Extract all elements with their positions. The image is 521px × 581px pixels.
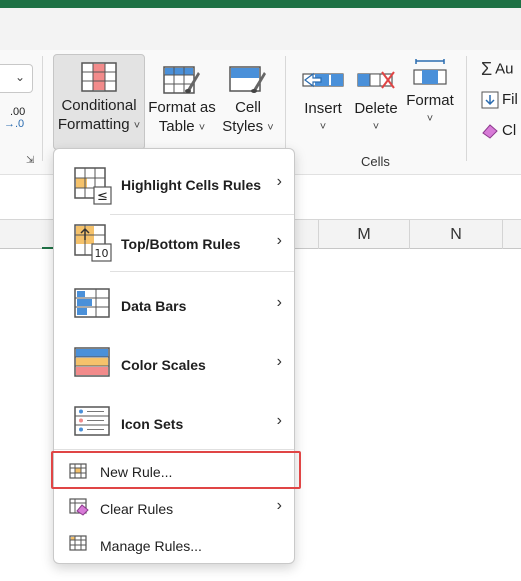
ribbon-separator: [466, 56, 467, 161]
format-as-table-label-1: Format as: [148, 99, 216, 116]
format-as-table-icon: [163, 66, 200, 94]
cell-styles-label-1: Cell: [235, 99, 261, 116]
ribbon-separator: [42, 56, 43, 161]
format-as-table-button[interactable]: Format as Table ˅: [147, 54, 217, 138]
ribbon-separator: [285, 56, 286, 161]
decimal-arrow-icon: →.0: [4, 118, 25, 130]
delete-label: Delete: [354, 100, 398, 117]
chevron-down-icon: ˅: [319, 121, 327, 133]
menu-item-clear-rules[interactable]: Clear Rules ›: [54, 490, 294, 526]
menu-separator: [110, 271, 294, 272]
svg-text:≤: ≤: [97, 189, 108, 204]
menu-item-label: Clear Rules: [100, 501, 174, 517]
delete-cells-icon: [357, 71, 395, 89]
font-size-dropdown[interactable]: ⌄: [0, 64, 33, 93]
conditional-formatting-label-1: Conditional: [61, 97, 137, 114]
menu-item-icon-sets[interactable]: Icon Sets ›: [54, 392, 294, 450]
format-label: Format: [406, 92, 454, 109]
chevron-down-icon: ˅: [267, 122, 274, 134]
menu-item-label: Highlight Cells Rules: [121, 177, 262, 193]
menu-item-data-bars[interactable]: Data Bars ›: [54, 274, 294, 332]
eraser-icon: [482, 124, 498, 139]
fill-down-icon: [481, 91, 499, 109]
icon-sets-icon: [74, 406, 110, 436]
delete-cells-button[interactable]: Delete ˅: [352, 54, 400, 137]
data-bars-icon: [74, 288, 110, 318]
conditional-formatting-icon: [81, 62, 117, 92]
menu-item-top-bottom-rules[interactable]: 10 Top/Bottom Rules ›: [54, 214, 294, 272]
color-scales-icon: [74, 347, 110, 377]
menu-item-label: Icon Sets: [121, 416, 184, 432]
autosum-label: Au: [495, 60, 514, 78]
menu-item-manage-rules[interactable]: Manage Rules...: [54, 527, 294, 563]
format-as-table-label-2: Table ˅: [158, 118, 206, 135]
increase-decimal-icon: .00: [10, 106, 26, 118]
chevron-right-icon: ›: [276, 412, 282, 429]
fill-label: Fil: [502, 91, 518, 108]
manage-rules-icon: [69, 535, 87, 551]
autosum-button[interactable]: Σ Au: [481, 59, 514, 80]
fill-button[interactable]: Fil: [481, 91, 518, 109]
menu-item-color-scales[interactable]: Color Scales ›: [54, 333, 294, 391]
chevron-right-icon: ›: [276, 353, 282, 370]
column-header-m[interactable]: M: [319, 220, 410, 249]
chevron-down-icon: ˅: [426, 113, 434, 125]
menu-item-label: Color Scales: [121, 357, 206, 373]
cells-group-label: Cells: [361, 154, 390, 169]
top-bottom-rules-icon: 10: [74, 224, 112, 262]
increase-decimal-button[interactable]: .00 →.0: [4, 106, 34, 134]
insert-label: Insert: [304, 100, 342, 117]
chevron-right-icon: ›: [276, 294, 282, 311]
menu-separator: [54, 449, 294, 450]
menu-item-label: Data Bars: [121, 298, 187, 314]
cell-styles-button[interactable]: Cell Styles ˅: [218, 54, 278, 138]
chevron-down-icon: ˅: [198, 122, 206, 134]
chevron-down-icon: ˅: [372, 121, 380, 133]
number-group-dialog-launcher-icon[interactable]: ⇲: [26, 155, 34, 166]
clear-label: Cl: [502, 122, 517, 139]
insert-cells-button[interactable]: Insert ˅: [298, 54, 348, 137]
menu-item-highlight-cells-rules[interactable]: ≤ Highlight Cells Rules ›: [54, 155, 294, 215]
format-cells-button[interactable]: Format ˅: [403, 54, 457, 129]
conditional-formatting-menu: ≤ Highlight Cells Rules › 10 Top/Bottom …: [53, 148, 295, 564]
chevron-down-icon: ˅: [133, 120, 141, 132]
column-header-n[interactable]: N: [410, 220, 503, 249]
conditional-formatting-label-2: Formatting ˅: [57, 116, 141, 133]
cell-styles-label-2: Styles ˅: [222, 118, 274, 135]
app-title-bar-accent: [0, 0, 521, 8]
clear-rules-icon: [69, 498, 89, 516]
chevron-down-icon: ⌄: [14, 70, 25, 84]
new-rule-highlight-box: [51, 451, 301, 489]
clear-button[interactable]: Cl: [481, 122, 516, 140]
ribbon-tab-strip: [0, 8, 521, 50]
chevron-right-icon: ›: [276, 173, 282, 190]
conditional-formatting-button[interactable]: Conditional Formatting ˅: [53, 54, 145, 150]
cell-styles-icon: [229, 66, 266, 93]
sigma-icon: Σ: [481, 59, 493, 79]
chevron-right-icon: ›: [276, 232, 282, 249]
menu-item-label: Top/Bottom Rules: [121, 236, 241, 252]
highlight-cells-rules-icon: ≤: [74, 167, 112, 205]
format-cells-icon: [413, 59, 447, 85]
chevron-right-icon: ›: [276, 497, 282, 514]
svg-text:10: 10: [95, 247, 109, 260]
insert-cells-icon: [302, 72, 344, 88]
menu-item-label: Manage Rules...: [100, 538, 202, 554]
